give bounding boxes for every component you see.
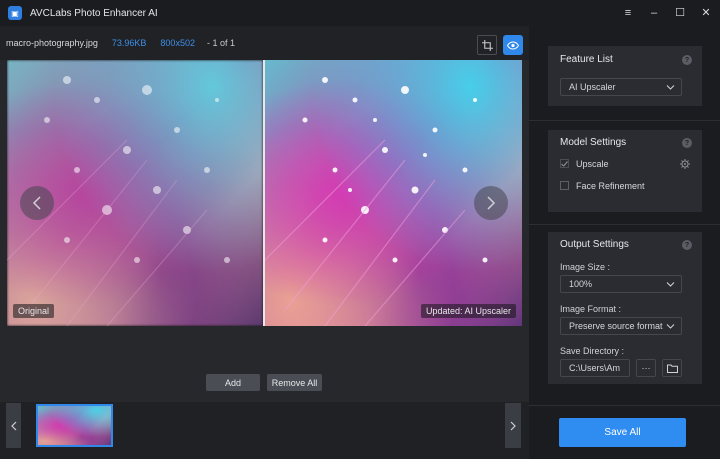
help-icon[interactable]: ? bbox=[682, 55, 692, 65]
gear-icon[interactable] bbox=[680, 159, 690, 169]
menu-icon[interactable]: ≡ bbox=[622, 7, 634, 19]
feature-select-value: AI Upscaler bbox=[569, 82, 616, 92]
main-area: macro-photography.jpg 73.96KB 800x502 - … bbox=[0, 26, 529, 459]
divider bbox=[529, 405, 720, 406]
chevron-right-icon bbox=[510, 421, 516, 430]
image-format-label: Image Format : bbox=[560, 304, 622, 314]
image-size-label: Image Size : bbox=[560, 262, 611, 272]
minimize-icon[interactable]: – bbox=[648, 7, 660, 19]
prev-image-button[interactable] bbox=[20, 186, 54, 220]
batch-area: Add Remove All bbox=[0, 364, 529, 459]
output-settings-card: Output Settings ? Image Size : 100% Imag… bbox=[548, 232, 702, 384]
face-refinement-label: Face Refinement bbox=[576, 181, 645, 191]
thumbnail-item[interactable] bbox=[36, 404, 113, 447]
prev-arrow-icon bbox=[32, 196, 41, 210]
close-icon[interactable]: ✕ bbox=[700, 7, 712, 19]
feature-select[interactable]: AI Upscaler bbox=[560, 78, 682, 96]
preview-toggle-button[interactable] bbox=[503, 35, 523, 55]
image-format-value: Preserve source format bbox=[569, 321, 663, 331]
save-directory-input[interactable]: C:\Users\Am bbox=[560, 359, 630, 377]
output-settings-title: Output Settings bbox=[560, 239, 629, 250]
help-icon[interactable]: ? bbox=[682, 138, 692, 148]
image-size-value: 100% bbox=[569, 279, 593, 289]
chevron-down-icon bbox=[666, 321, 675, 331]
image-format-select[interactable]: Preserve source format bbox=[560, 317, 682, 335]
browse-more-button[interactable]: ··· bbox=[636, 359, 656, 377]
maximize-icon[interactable]: ☐ bbox=[674, 7, 686, 19]
crop-button[interactable] bbox=[477, 35, 497, 55]
feature-list-card: Feature List ? AI Upscaler bbox=[548, 46, 702, 106]
thumbnail-scroll-right[interactable] bbox=[505, 403, 521, 448]
file-dimensions: 800x502 bbox=[160, 38, 195, 48]
face-refinement-checkbox[interactable] bbox=[560, 181, 569, 190]
file-counter: - 1 of 1 bbox=[206, 38, 235, 48]
save-all-button[interactable]: Save All bbox=[559, 418, 686, 447]
help-icon[interactable]: ? bbox=[682, 240, 692, 250]
thumbnail-scroll-left[interactable] bbox=[6, 403, 21, 448]
upscale-checkbox[interactable] bbox=[560, 159, 569, 168]
save-directory-label: Save Directory : bbox=[560, 346, 625, 356]
feature-list-title: Feature List bbox=[560, 54, 613, 65]
eye-icon bbox=[507, 40, 519, 50]
original-label: Original bbox=[13, 304, 55, 318]
file-name: macro-photography.jpg bbox=[6, 38, 98, 48]
updated-label: Updated: AI Upscaler bbox=[420, 304, 516, 318]
chevron-left-icon bbox=[10, 421, 16, 430]
next-arrow-icon bbox=[487, 196, 496, 210]
add-button[interactable]: Add bbox=[206, 374, 260, 391]
folder-icon bbox=[666, 364, 678, 373]
divider bbox=[529, 224, 720, 225]
file-size: 73.96KB bbox=[111, 38, 147, 48]
image-size-select[interactable]: 100% bbox=[560, 275, 682, 293]
next-image-button[interactable] bbox=[474, 186, 508, 220]
file-info-bar: macro-photography.jpg 73.96KB 800x502 - … bbox=[0, 26, 529, 60]
crop-icon bbox=[481, 39, 493, 51]
image-preview: Original Updated: AI Upscaler bbox=[7, 60, 522, 326]
remove-all-button[interactable]: Remove All bbox=[267, 374, 322, 391]
thumbnail-image bbox=[38, 406, 111, 445]
app-logo-icon: ▣ bbox=[8, 6, 22, 20]
chevron-down-icon bbox=[666, 85, 675, 90]
model-settings-card: Model Settings ? Upscale Face Refinement bbox=[548, 130, 702, 212]
chevron-down-icon bbox=[666, 282, 675, 287]
settings-panel: Feature List ? AI Upscaler Model Setting… bbox=[529, 26, 720, 459]
title-bar: ▣ AVCLabs Photo Enhancer AI ≡ – ☐ ✕ bbox=[0, 0, 720, 26]
app-title: AVCLabs Photo Enhancer AI bbox=[30, 7, 158, 19]
window-controls: ≡ – ☐ ✕ bbox=[622, 0, 712, 26]
check-icon bbox=[561, 160, 568, 167]
upscale-label: Upscale bbox=[576, 159, 609, 169]
model-settings-title: Model Settings bbox=[560, 137, 627, 148]
divider bbox=[529, 120, 720, 121]
open-folder-button[interactable] bbox=[662, 359, 682, 377]
